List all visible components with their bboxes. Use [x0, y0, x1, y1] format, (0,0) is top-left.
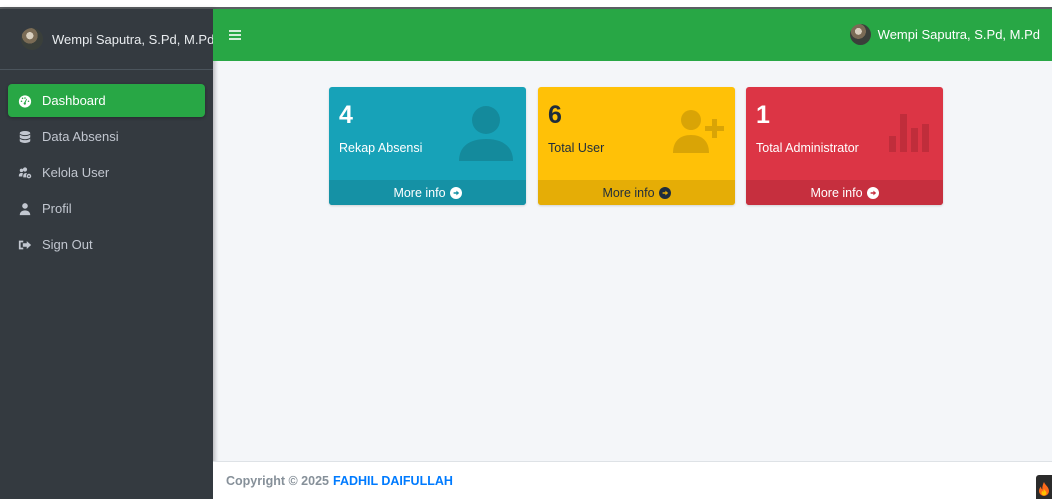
arrow-circle-right-icon: [449, 186, 462, 199]
sidebar-item-data-absensi[interactable]: Data Absensi: [8, 120, 205, 153]
card-rekap-absensi: 4 Rekap Absensi More info: [329, 87, 526, 205]
chart-bar-icon: [887, 112, 931, 155]
user-plus-icon: [673, 109, 725, 156]
sidebar-menu: Dashboard Data Absensi Kelola User Profi…: [0, 84, 213, 261]
more-info-link[interactable]: More info: [329, 180, 526, 205]
copyright-text: Copyright © 2025: [226, 473, 329, 488]
more-info-label: More info: [602, 185, 655, 200]
page-footer: Copyright © 2025 FADHIL DAIFULLAH: [213, 461, 1052, 499]
hamburger-menu-icon[interactable]: [229, 30, 241, 40]
sidebar-item-label: Data Absensi: [42, 129, 119, 144]
sidebar-item-kelola-user[interactable]: Kelola User: [8, 156, 205, 189]
user-icon: [18, 202, 32, 216]
card-total-user: 6 Total User More info: [538, 87, 735, 205]
user-avatar: [21, 28, 43, 50]
navbar-user-menu[interactable]: Wempi Saputra, S.Pd, M.Pd: [849, 24, 1040, 45]
flame-icon[interactable]: [1036, 475, 1052, 499]
sidebar-item-label: Sign Out: [42, 237, 93, 252]
arrow-circle-right-icon: [658, 186, 671, 199]
sidebar-item-sign-out[interactable]: Sign Out: [8, 228, 205, 261]
top-navbar: Wempi Saputra, S.Pd, M.Pd: [213, 9, 1052, 61]
top-strip: [0, 0, 1052, 9]
sidebar-item-label: Kelola User: [42, 165, 110, 180]
sidebar-item-label: Dashboard: [42, 93, 106, 108]
sign-out-icon: [18, 238, 32, 252]
sidebar-item-profil[interactable]: Profil: [8, 192, 205, 225]
more-info-label: More info: [810, 185, 863, 200]
sidebar: Wempi Saputra, S.Pd, M.Pd Dashboard Data…: [0, 9, 215, 499]
sidebar-item-label: Profil: [42, 201, 72, 216]
more-info-label: More info: [393, 185, 446, 200]
more-info-link[interactable]: More info: [538, 180, 735, 205]
more-info-link[interactable]: More info: [746, 180, 943, 205]
user-avatar: [849, 24, 871, 45]
author-link[interactable]: FADHIL DAIFULLAH: [333, 474, 453, 488]
users-cog-icon: [18, 166, 32, 180]
sidebar-brand[interactable]: Wempi Saputra, S.Pd, M.Pd: [0, 9, 215, 70]
user-icon: [458, 103, 514, 164]
arrow-circle-right-icon: [866, 186, 879, 199]
navbar-user-name: Wempi Saputra, S.Pd, M.Pd: [877, 27, 1040, 42]
database-icon: [18, 130, 32, 144]
card-total-administrator: 1 Total Administrator More info: [746, 87, 943, 205]
tachometer-icon: [18, 94, 32, 108]
sidebar-item-dashboard[interactable]: Dashboard: [8, 84, 205, 117]
sidebar-user-name: Wempi Saputra, S.Pd, M.Pd: [52, 31, 215, 47]
